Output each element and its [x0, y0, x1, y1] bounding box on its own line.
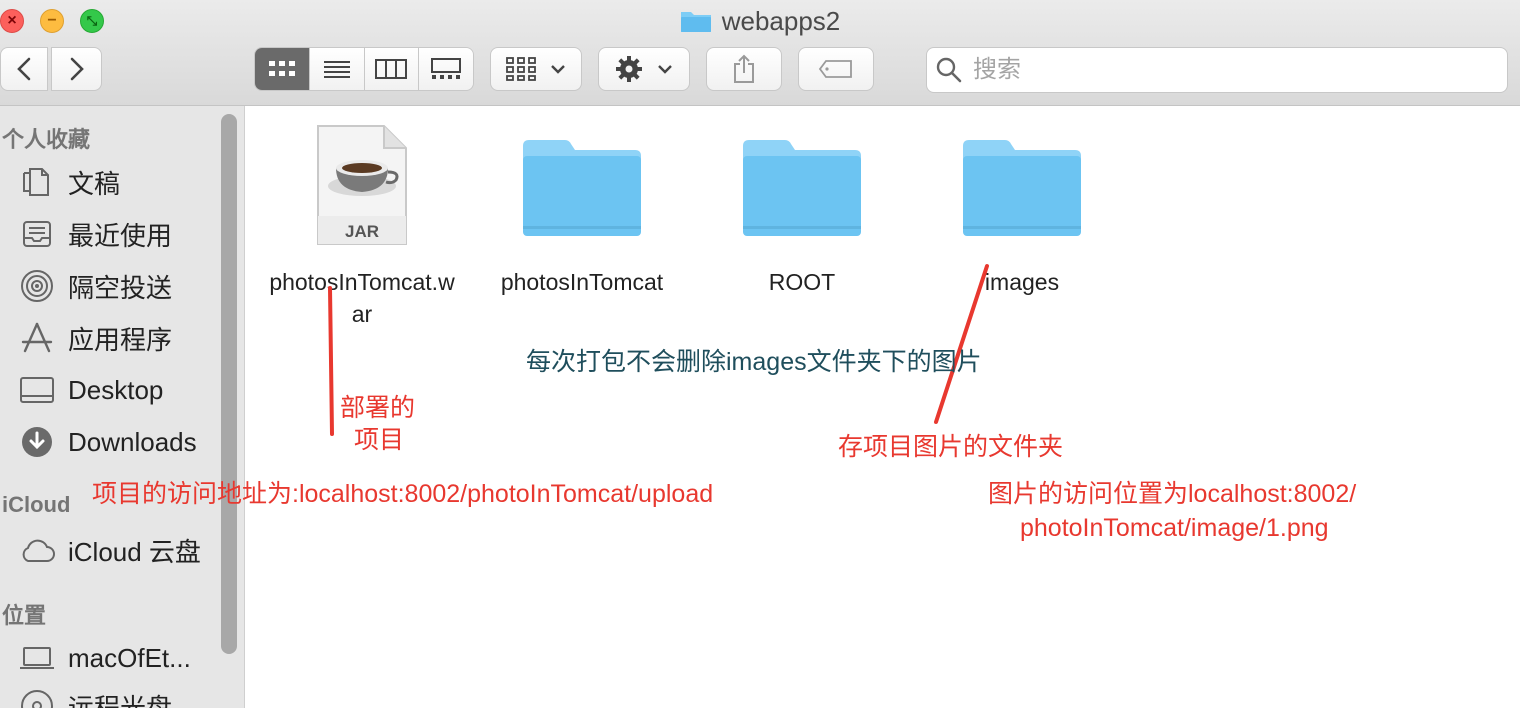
arrange-grid-icon: [506, 57, 536, 81]
desktop-icon: [20, 377, 54, 403]
annotation-line-images: [934, 264, 989, 424]
sidebar-item-label: 隔空投送: [68, 272, 173, 303]
laptop-icon: [20, 647, 54, 669]
sidebar-item-documents[interactable]: 文稿: [18, 160, 218, 204]
view-mode-selector: [254, 47, 474, 91]
file-browser-content: JAR photosInTomcat.w ar photosInTomcat R…: [246, 106, 1520, 708]
sidebar-item-label: 最近使用: [68, 220, 173, 251]
annotation-deploy-label-2: 项目: [354, 426, 405, 454]
share-button[interactable]: [706, 47, 782, 91]
sidebar-item-airdrop[interactable]: 隔空投送: [18, 264, 218, 308]
window-toolbar: × − ⤡ webapps2: [0, 0, 1520, 106]
annotation-project-url: 项目的访问地址为:localhost:8002/photoInTomcat/up…: [92, 480, 714, 508]
gear-icon: [616, 56, 642, 82]
document-icon: [23, 168, 49, 196]
group-by-button[interactable]: [490, 47, 582, 91]
action-menu-button[interactable]: [598, 47, 690, 91]
list-view-button[interactable]: [309, 48, 365, 90]
sidebar: 个人收藏 文稿 最近使用 隔空投送 应用程序 Desktop Downloads…: [0, 106, 245, 708]
column-view-button[interactable]: [364, 48, 420, 90]
annotation-packaging-note: 每次打包不会删除images文件夹下的图片: [526, 348, 982, 376]
sidebar-item-icloud-drive[interactable]: iCloud 云盘: [18, 528, 218, 572]
search-field[interactable]: [926, 47, 1508, 93]
annotation-line-deploy: [328, 286, 334, 436]
recents-icon: [23, 221, 51, 247]
disc-icon: [21, 690, 53, 708]
chevron-right-icon: [70, 57, 84, 81]
chevron-down-icon: [658, 65, 672, 74]
window-title: webapps2: [721, 6, 841, 36]
sidebar-section-favorites: 个人收藏: [2, 127, 91, 152]
sidebar-item-desktop[interactable]: Desktop: [18, 368, 218, 412]
tag-icon: [818, 60, 852, 78]
search-input[interactable]: [971, 55, 1455, 85]
folder-icon: [680, 12, 711, 32]
sidebar-section-locations: 位置: [2, 603, 47, 628]
annotation-strokes: [328, 264, 989, 436]
sidebar-section-icloud: iCloud: [2, 492, 71, 517]
annotation-image-url-2: photoInTomcat/image/1.png: [1020, 514, 1329, 542]
sidebar-item-remote-disc[interactable]: 远程光盘: [18, 684, 218, 708]
gallery-icon: [431, 58, 462, 79]
forward-button[interactable]: [51, 47, 102, 91]
window-title-bar: webapps2: [0, 4, 1520, 38]
chevron-left-icon: [17, 57, 31, 81]
sidebar-item-computer[interactable]: macOfEt...: [18, 636, 218, 680]
downloads-icon: [22, 427, 52, 457]
sidebar-item-label: 远程光盘: [68, 692, 173, 708]
icon-view-button[interactable]: [255, 48, 310, 90]
chevron-down-icon: [551, 65, 565, 74]
back-button[interactable]: [0, 47, 48, 91]
sidebar-item-label: macOfEt...: [68, 642, 191, 673]
annotation-deploy-label-1: 部署的: [340, 394, 416, 422]
sidebar-scrollbar[interactable]: [221, 114, 237, 654]
sidebar-item-label: Downloads: [68, 426, 197, 457]
gallery-view-button[interactable]: [419, 48, 473, 90]
list-icon: [323, 61, 350, 78]
sidebar-item-label: iCloud 云盘: [68, 536, 201, 567]
annotation-image-url-1: 图片的访问位置为localhost:8002/: [988, 480, 1357, 508]
airdrop-icon: [21, 270, 53, 302]
cloud-icon: [22, 539, 55, 562]
sidebar-item-applications[interactable]: 应用程序: [18, 316, 218, 360]
sidebar-item-downloads[interactable]: Downloads: [18, 420, 218, 464]
columns-icon: [375, 59, 408, 79]
sidebar-item-label: 应用程序: [68, 324, 173, 355]
search-icon: [936, 57, 962, 83]
sidebar-item-recents[interactable]: 最近使用: [18, 212, 218, 256]
sidebar-item-label: 文稿: [68, 168, 121, 199]
applications-icon: [21, 322, 53, 353]
tags-button[interactable]: [798, 47, 874, 91]
icon-grid-icon: [268, 61, 295, 76]
share-icon: [734, 54, 754, 83]
annotation-images-folder: 存项目图片的文件夹: [838, 433, 1064, 461]
sidebar-item-label: Desktop: [68, 374, 164, 405]
